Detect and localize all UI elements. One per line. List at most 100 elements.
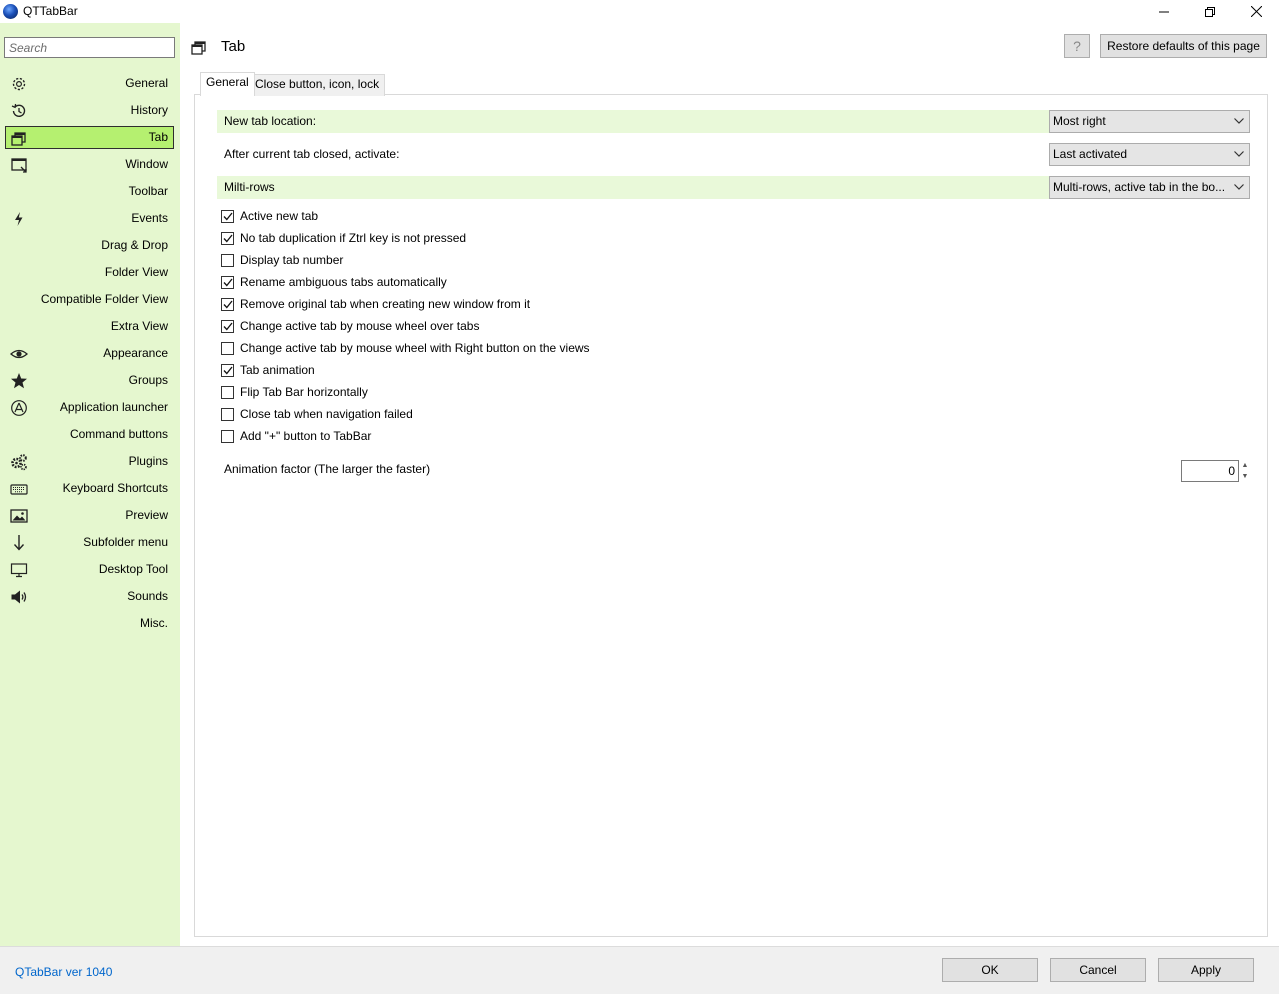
sidebar-item-drag-drop[interactable]: Drag & Drop (0, 232, 180, 259)
checkbox-label: Change active tab by mouse wheel over ta… (240, 319, 480, 333)
sidebar-item-events[interactable]: Events (0, 205, 180, 232)
multi-rows-select[interactable]: Multi-rows, active tab in the bo... (1049, 176, 1250, 199)
checkbox-label: Change active tab by mouse wheel with Ri… (240, 341, 590, 355)
checkbox-row[interactable]: Tab animation (221, 361, 315, 379)
spin-down-icon[interactable]: ▼ (1239, 471, 1251, 482)
checkbox-unchecked-icon[interactable] (221, 429, 234, 443)
minimize-icon (1159, 11, 1169, 12)
sidebar-item-compatible-folder-view[interactable]: Compatible Folder View (0, 286, 180, 313)
maximize-button[interactable] (1187, 0, 1233, 23)
sidebar-item-folder-view[interactable]: Folder View (0, 259, 180, 286)
apply-button[interactable]: Apply (1158, 958, 1254, 982)
new-tab-location-select[interactable]: Most right (1049, 110, 1250, 133)
sidebar-item-label: Sounds (127, 589, 168, 603)
sidebar-item-label: Misc. (140, 616, 168, 630)
checkbox-label: Tab animation (240, 363, 315, 377)
checkbox-checked-icon[interactable] (221, 231, 234, 245)
sidebar-item-label: Subfolder menu (83, 535, 168, 549)
sidebar-item-desktop-tool[interactable]: Desktop Tool (0, 556, 180, 583)
sidebar-item-appearance[interactable]: Appearance (0, 340, 180, 367)
search-input[interactable] (4, 37, 175, 58)
checkbox-checked-icon[interactable] (221, 209, 234, 223)
tab-label: General (206, 75, 249, 89)
sidebar-item-extra-view[interactable]: Extra View (0, 313, 180, 340)
checkbox-row[interactable]: Flip Tab Bar horizontally (221, 383, 368, 401)
sidebar-item-toolbar[interactable]: Toolbar (0, 178, 180, 205)
checkbox-label: Active new tab (240, 209, 319, 223)
window-title: QTTabBar (23, 4, 78, 18)
title-bar: QTTabBar (0, 0, 1279, 23)
sidebar-nav: General History Tab Window Toolbar Event… (0, 70, 180, 637)
checkbox-unchecked-icon[interactable] (221, 341, 234, 355)
sidebar-item-plugins[interactable]: Plugins (0, 448, 180, 475)
sidebar-item-label: Preview (125, 508, 168, 522)
checkbox-row[interactable]: Display tab number (221, 251, 343, 269)
spin-up-icon[interactable]: ▲ (1239, 460, 1251, 471)
version-link[interactable]: QTabBar ver 1040 (15, 965, 112, 979)
checkbox-label: Rename ambiguous tabs automatically (240, 275, 447, 289)
new-tab-location-label: New tab location: (224, 114, 317, 128)
ok-button[interactable]: OK (942, 958, 1038, 982)
checkbox-label: Display tab number (240, 253, 344, 267)
cancel-label: Cancel (1079, 963, 1117, 977)
checkbox-label: Remove original tab when creating new wi… (240, 297, 531, 311)
sidebar-item-preview[interactable]: Preview (0, 502, 180, 529)
page-title: Tab (221, 38, 246, 55)
sidebar-item-misc[interactable]: Misc. (0, 610, 180, 637)
checkbox-row[interactable]: Remove original tab when creating new wi… (221, 295, 530, 313)
sidebar-item-label: Tab (148, 130, 168, 144)
checkbox-checked-icon[interactable] (221, 363, 234, 377)
help-button[interactable]: ? (1064, 34, 1090, 58)
footer: QTabBar ver 1040 OK Cancel Apply (0, 946, 1279, 994)
tab-windows-icon (10, 129, 28, 147)
restore-defaults-button[interactable]: Restore defaults of this page (1100, 34, 1267, 58)
animation-factor-label: Animation factor (The larger the faster) (224, 462, 431, 476)
sidebar-item-groups[interactable]: Groups (0, 367, 180, 394)
checkbox-row[interactable]: Close tab when navigation failed (221, 405, 413, 423)
checkbox-checked-icon[interactable] (221, 297, 234, 311)
close-button[interactable] (1233, 0, 1279, 23)
checkbox-row[interactable]: Change active tab by mouse wheel with Ri… (221, 339, 590, 357)
checkbox-unchecked-icon[interactable] (221, 407, 234, 421)
checkbox-checked-icon[interactable] (221, 275, 234, 289)
after-close-select[interactable]: Last activated (1049, 143, 1250, 166)
minimize-button[interactable] (1141, 0, 1187, 23)
checkbox-unchecked-icon[interactable] (221, 253, 234, 267)
question-icon: ? (1073, 38, 1081, 54)
animation-factor-stepper[interactable]: 0 ▲ ▼ (1181, 460, 1251, 482)
apply-label: Apply (1190, 963, 1222, 977)
window-icon (10, 156, 28, 174)
image-icon (10, 507, 28, 525)
sidebar-item-application-launcher[interactable]: Application launcher (0, 394, 180, 421)
checkbox-unchecked-icon[interactable] (221, 385, 234, 399)
sidebar-item-command-buttons[interactable]: Command buttons (0, 421, 180, 448)
tab-general[interactable]: General (200, 72, 255, 96)
close-icon (1250, 6, 1262, 17)
sidebar-item-window[interactable]: Window (0, 151, 180, 178)
sidebar-item-label: Compatible Folder View (40, 292, 168, 306)
sidebar-item-label: General (125, 76, 168, 90)
checkbox-row[interactable]: Active new tab (221, 207, 318, 225)
sidebar-item-label: Folder View (104, 265, 168, 279)
animation-factor-input[interactable]: 0 (1181, 460, 1239, 482)
chevron-down-icon (1234, 180, 1244, 194)
checkbox-row[interactable]: Add "+" button to TabBar (221, 427, 371, 445)
eye-icon (10, 345, 28, 363)
gear-icon (10, 75, 28, 93)
checkbox-checked-icon[interactable] (221, 319, 234, 333)
combo-value: Last activated (1053, 147, 1128, 161)
sidebar-item-label: Application launcher (59, 400, 168, 414)
checkbox-row[interactable]: No tab duplication if Ztrl key is not pr… (221, 229, 466, 247)
sidebar-item-general[interactable]: General (0, 70, 180, 97)
sidebar-item-sounds[interactable]: Sounds (0, 583, 180, 610)
checkbox-row[interactable]: Change active tab by mouse wheel over ta… (221, 317, 479, 335)
checkbox-row[interactable]: Rename ambiguous tabs automatically (221, 273, 447, 291)
cancel-button[interactable]: Cancel (1050, 958, 1146, 982)
sidebar-item-keyboard-shortcuts[interactable]: Keyboard Shortcuts (0, 475, 180, 502)
sidebar-item-subfolder-menu[interactable]: Subfolder menu (0, 529, 180, 556)
sidebar-item-tab[interactable]: Tab (0, 124, 180, 151)
sidebar-item-history[interactable]: History (0, 97, 180, 124)
tab-close-button-icon-lock[interactable]: Close button, icon, lock (249, 74, 386, 96)
checkbox-label: No tab duplication if Ztrl key is not pr… (240, 231, 467, 245)
sidebar-item-label: Extra View (110, 319, 168, 333)
